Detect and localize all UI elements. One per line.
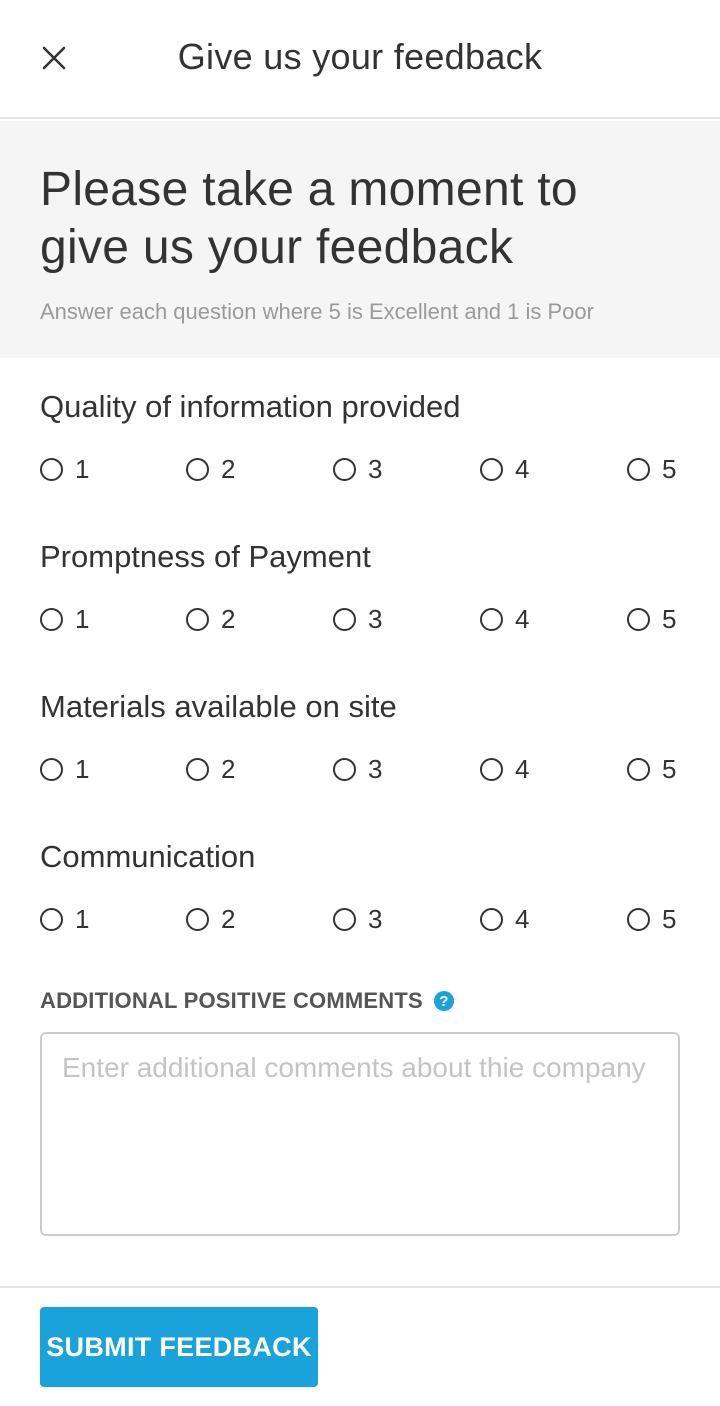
option-label: 4 [515,753,530,784]
rating-option-2[interactable]: 2 [186,899,235,939]
rating-option-3[interactable]: 3 [333,449,382,489]
option-label: 3 [368,603,383,634]
top-bar: Give us your feedback [0,0,720,119]
option-label: 2 [221,753,236,784]
rating-options: 1 2 3 4 5 [40,599,680,639]
option-label: 5 [662,603,677,634]
rating-options: 1 2 3 4 5 [40,749,680,789]
radio-icon[interactable] [40,757,63,781]
question-materials-available: Materials available on site 1 2 3 4 5 [40,687,680,789]
submit-feedback-button[interactable]: SUBMIT FEEDBACK [40,1307,318,1387]
question-communication: Communication 1 2 3 4 5 [40,837,680,939]
comments-section-label: ADDITIONAL POSITIVE COMMENTS ? [40,988,454,1014]
radio-icon[interactable] [480,757,503,781]
intro-instructions: Answer each question where 5 is Excellen… [40,299,594,324]
radio-icon[interactable] [480,457,503,481]
option-label: 2 [221,453,236,484]
radio-icon[interactable] [480,907,503,931]
option-label: 1 [75,453,90,484]
question-label: Materials available on site [40,689,397,724]
radio-icon[interactable] [333,607,356,631]
rating-option-5[interactable]: 5 [627,449,676,489]
question-label: Quality of information provided [40,389,461,424]
radio-icon[interactable] [40,907,63,931]
option-label: 1 [75,753,90,784]
question-label: Promptness of Payment [40,539,371,574]
radio-icon[interactable] [333,757,356,781]
option-label: 1 [75,603,90,634]
radio-icon[interactable] [40,607,63,631]
radio-icon[interactable] [333,457,356,481]
rating-option-4[interactable]: 4 [480,749,529,789]
radio-icon[interactable] [186,457,209,481]
rating-option-3[interactable]: 3 [333,899,382,939]
footer-bar: SUBMIT FEEDBACK [0,1286,720,1406]
rating-options: 1 2 3 4 5 [40,449,680,489]
rating-option-4[interactable]: 4 [480,899,529,939]
radio-icon[interactable] [627,607,650,631]
radio-icon[interactable] [40,457,63,481]
rating-option-3[interactable]: 3 [333,599,382,639]
rating-options: 1 2 3 4 5 [40,899,680,939]
rating-option-2[interactable]: 2 [186,599,235,639]
radio-icon[interactable] [186,757,209,781]
help-icon[interactable]: ? [433,991,454,1011]
option-label: 4 [515,903,530,934]
radio-icon[interactable] [186,907,209,931]
option-label: 5 [662,453,677,484]
rating-option-1[interactable]: 1 [40,599,89,639]
rating-option-4[interactable]: 4 [480,599,529,639]
comments-textarea[interactable] [40,1032,680,1236]
rating-option-5[interactable]: 5 [627,749,676,789]
comments-label-text: ADDITIONAL POSITIVE COMMENTS [40,988,423,1013]
option-label: 4 [515,453,530,484]
option-label: 5 [662,903,677,934]
rating-option-1[interactable]: 1 [40,899,89,939]
rating-option-2[interactable]: 2 [186,749,235,789]
option-label: 1 [75,903,90,934]
question-promptness-of-payment: Promptness of Payment 1 2 3 4 5 [40,537,680,639]
intro-panel: Please take a moment to give us your fee… [0,121,720,358]
option-label: 3 [368,753,383,784]
option-label: 2 [221,603,236,634]
intro-heading: Please take a moment to give us your fee… [40,163,578,274]
rating-option-1[interactable]: 1 [40,749,89,789]
radio-icon[interactable] [480,607,503,631]
radio-icon[interactable] [186,607,209,631]
option-label: 3 [368,453,383,484]
rating-option-5[interactable]: 5 [627,899,676,939]
option-label: 2 [221,903,236,934]
question-label: Communication [40,839,256,874]
rating-option-1[interactable]: 1 [40,449,89,489]
radio-icon[interactable] [627,457,650,481]
option-label: 4 [515,603,530,634]
question-quality-of-information: Quality of information provided 1 2 3 4 … [40,387,680,489]
rating-option-3[interactable]: 3 [333,749,382,789]
rating-option-4[interactable]: 4 [480,449,529,489]
radio-icon[interactable] [627,757,650,781]
radio-icon[interactable] [333,907,356,931]
option-label: 5 [662,753,677,784]
page-title: Give us your feedback [177,36,543,77]
option-label: 3 [368,903,383,934]
radio-icon[interactable] [627,907,650,931]
rating-option-5[interactable]: 5 [627,599,676,639]
rating-option-2[interactable]: 2 [186,449,235,489]
